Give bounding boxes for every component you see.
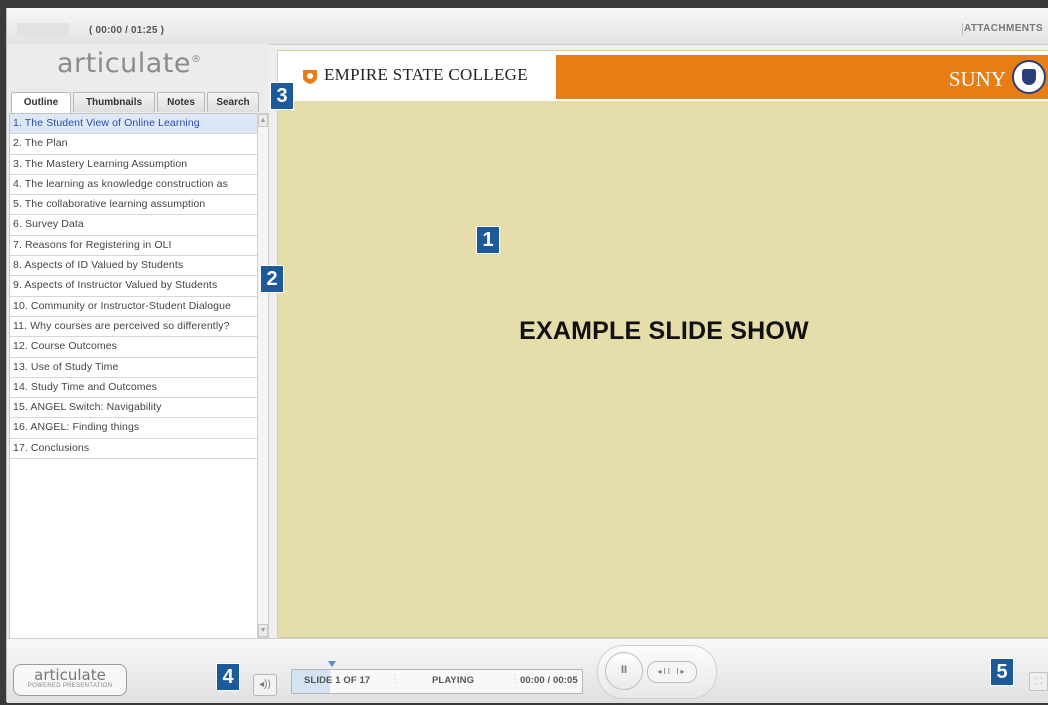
sidebar: articulate® Outline Thumbnails Notes Sea… (7, 44, 269, 644)
tab-search[interactable]: Search (207, 92, 259, 112)
scroll-down-icon[interactable]: ▼ (258, 624, 268, 637)
divider (962, 23, 963, 35)
outline-item[interactable]: 16. ANGEL: Finding things (10, 418, 257, 439)
outline-item[interactable]: 12. Course Outcomes (10, 337, 257, 358)
outline-item[interactable]: 10. Community or Instructor-Student Dial… (10, 297, 257, 317)
outline-item[interactable]: 1. The Student View of Online Learning (10, 114, 257, 135)
callout-badge-3: 3 (271, 83, 293, 109)
outline-item[interactable]: 4. The learning as knowledge constructio… (10, 175, 257, 196)
outline-item[interactable]: 6. Survey Data (10, 215, 257, 236)
slide-stage: EMPIRE STATE COLLEGE SUNY EXAMPLE SLIDE … (277, 50, 1048, 638)
fullscreen-button[interactable]: ⛶ (1029, 672, 1048, 691)
articulate-logo: articulate® (57, 48, 201, 79)
logo-text: articulate (57, 48, 191, 79)
player-frame: ( 00:00 / 01:25 ) ATTACHMENTS articulate… (6, 8, 1048, 703)
title-placeholder (17, 23, 69, 37)
pause-icon: II (620, 664, 628, 676)
attachments-button[interactable]: ATTACHMENTS (964, 23, 1043, 34)
pause-button[interactable]: II (605, 652, 643, 690)
fullscreen-icon: ⛶ (1035, 676, 1042, 686)
outline-item[interactable]: 5. The collaborative learning assumption (10, 195, 257, 216)
outline-item[interactable]: 2. The Plan (10, 134, 257, 155)
prev-next-buttons[interactable]: ◂II I▸ (647, 661, 697, 683)
callout-badge-5: 5 (991, 659, 1013, 685)
college-name: EMPIRE STATE COLLEGE (324, 65, 528, 84)
logo-mark: ® (190, 54, 202, 65)
slide-progress-bar[interactable]: SLIDE 1 OF 17 ⋮ PLAYING ⋮ 00:00 / 00:05 (291, 661, 583, 694)
tab-notes[interactable]: Notes (157, 92, 205, 112)
outline-item[interactable]: 9. Aspects of Instructor Valued by Stude… (10, 276, 257, 297)
volume-button[interactable]: ◂)) (253, 674, 277, 696)
articulate-powered-logo[interactable]: articulate POWERED PRESENTATION (13, 664, 127, 696)
callout-badge-2: 2 (261, 266, 283, 292)
sun-shield-icon (303, 70, 317, 85)
slide-time: 00:00 / 00:05 (520, 675, 578, 686)
outline-item[interactable]: 7. Reasons for Registering in OLI (10, 236, 257, 257)
playback-status: PLAYING (432, 675, 475, 686)
playhead-icon[interactable] (328, 661, 336, 667)
outline-item[interactable]: 17. Conclusions (10, 439, 257, 460)
powered-logo-word: articulate (34, 666, 106, 684)
sidebar-tabs: Outline Thumbnails Notes Search (11, 92, 259, 113)
outline-scrollbar[interactable]: ▲ ▼ (257, 113, 269, 638)
presentation-time: ( 00:00 / 01:25 ) (89, 25, 165, 36)
slide-counter: SLIDE 1 OF 17 (304, 675, 371, 686)
progress-divider: ⋮ (510, 674, 520, 685)
outline-item[interactable]: 11. Why courses are perceived so differe… (10, 317, 257, 338)
speaker-icon: ◂)) (259, 679, 271, 690)
slide-header: EMPIRE STATE COLLEGE SUNY (278, 51, 1048, 101)
outline-item[interactable]: 15. ANGEL Switch: Navigability (10, 398, 257, 419)
progress-divider: ⋮ (390, 674, 400, 685)
callout-badge-4: 4 (217, 664, 239, 690)
college-logo: EMPIRE STATE COLLEGE (302, 65, 528, 85)
suny-band: SUNY (556, 55, 1048, 99)
tab-outline[interactable]: Outline (11, 92, 71, 113)
callout-badge-1: 1 (477, 227, 499, 253)
scroll-up-icon[interactable]: ▲ (258, 114, 268, 127)
outline-item[interactable]: 13. Use of Study Time (10, 358, 257, 378)
suny-label: SUNY (948, 67, 1006, 91)
outline-item[interactable]: 8. Aspects of ID Valued by Students (10, 256, 257, 277)
outline-item[interactable]: 3. The Mastery Learning Assumption (10, 155, 257, 175)
top-bar: ( 00:00 / 01:25 ) ATTACHMENTS (7, 8, 1048, 45)
player-controls-bar: articulate POWERED PRESENTATION ◂)) SLID… (7, 638, 1048, 703)
outline-item[interactable]: 14. Study Time and Outcomes (10, 378, 257, 399)
powered-logo-sub: POWERED PRESENTATION (27, 683, 113, 689)
seal-icon (1012, 60, 1046, 94)
outline-list: 1. The Student View of Online Learning 2.… (9, 113, 258, 640)
slide-title: EXAMPLE SLIDE SHOW (519, 317, 809, 345)
tab-thumbnails[interactable]: Thumbnails (73, 92, 155, 112)
prev-next-icon: ◂II I▸ (657, 667, 687, 676)
